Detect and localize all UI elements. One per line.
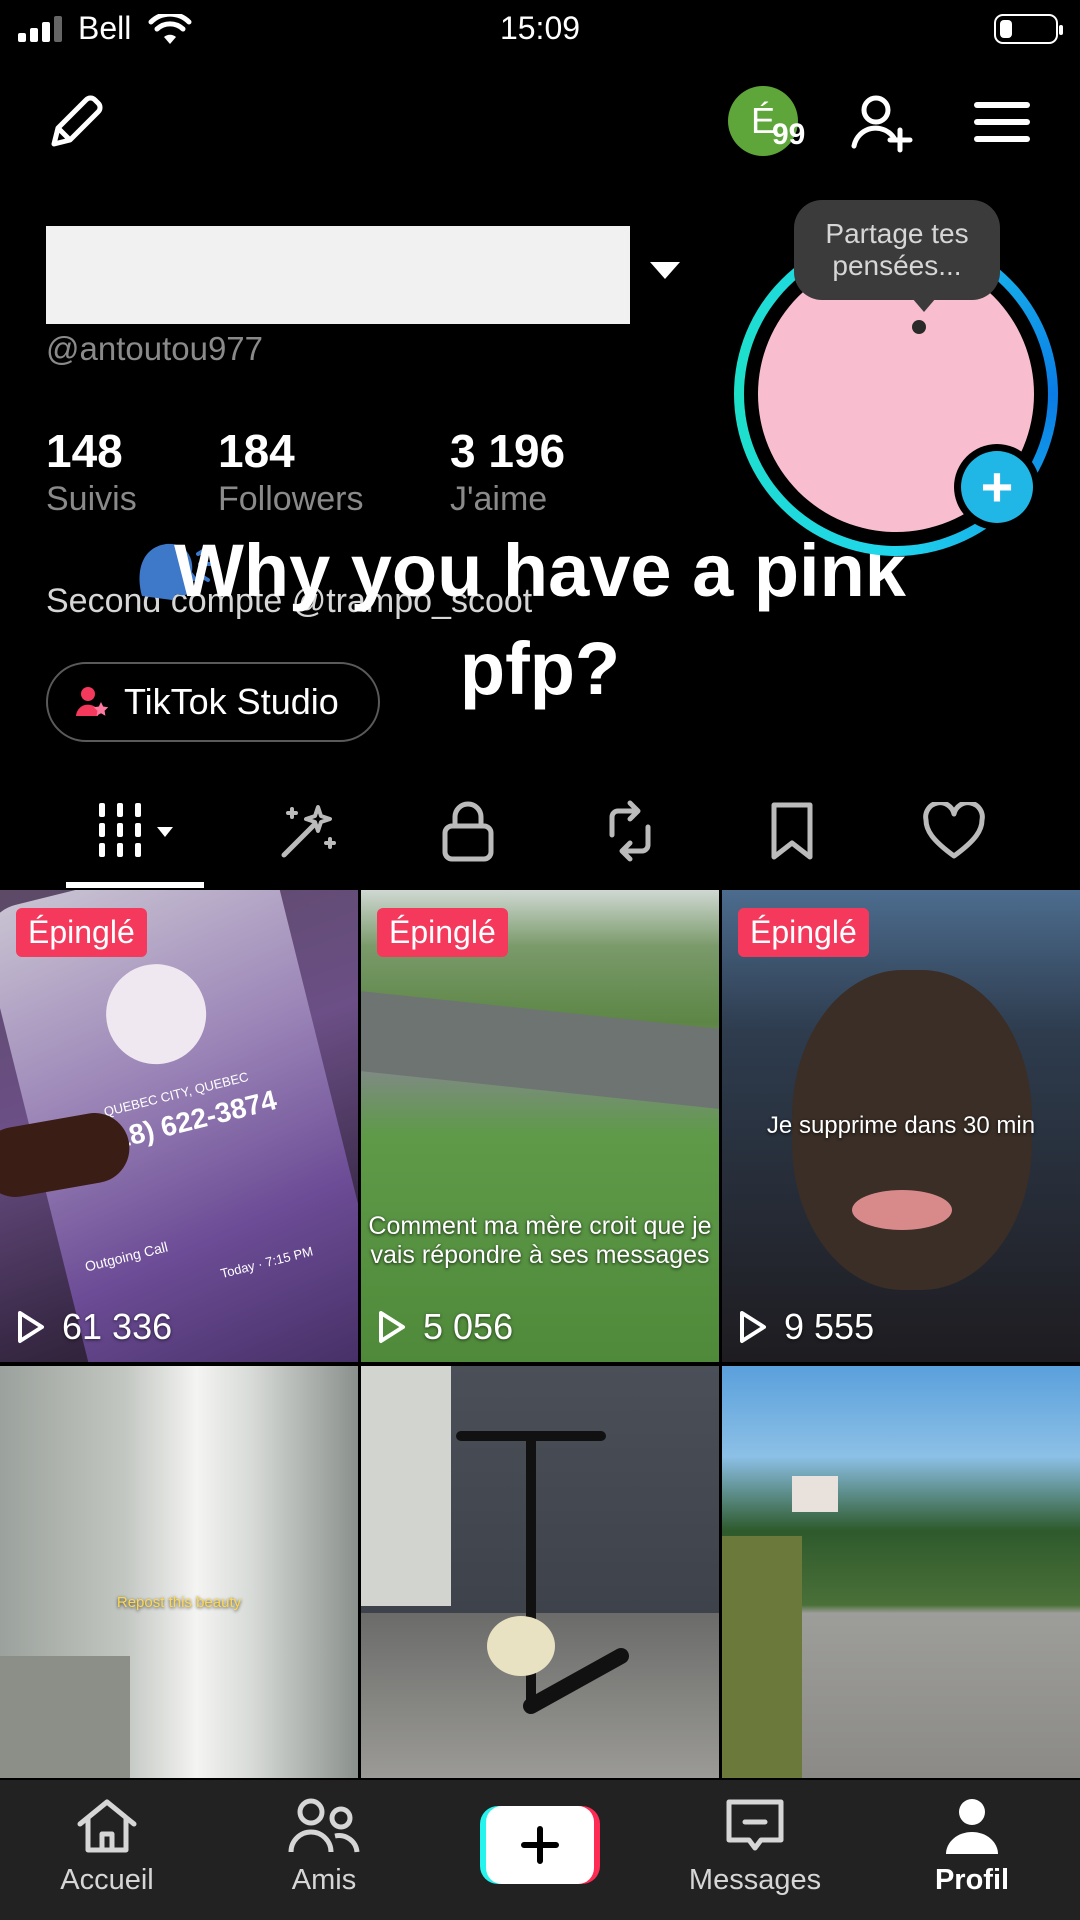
video-tile[interactable]: QUEBEC CITY, QUEBEC (418) 622-3874 Outgo…: [0, 890, 358, 1362]
floor-image: [0, 1656, 130, 1778]
roadside-grass-image: [722, 1536, 802, 1778]
grid-icon: [99, 803, 173, 857]
add-friend-icon[interactable]: [848, 88, 918, 158]
driveway-image: [361, 991, 719, 1109]
overlay-line-2: pfp?: [459, 627, 621, 710]
messages-icon: [726, 1799, 784, 1851]
lips-image: [852, 1190, 952, 1230]
sparkle-icon: [281, 805, 336, 858]
plus-icon: [521, 1826, 559, 1864]
following-count[interactable]: 148: [46, 424, 123, 478]
create-button[interactable]: [480, 1806, 600, 1884]
play-icon: [379, 1311, 405, 1343]
plus-icon: +: [961, 451, 1033, 523]
video-reply-overlay: Why you have a pink pfp?: [120, 522, 960, 718]
tab-favorites[interactable]: [752, 796, 832, 866]
thought-bubble[interactable]: Partage tes pensées...: [794, 200, 1000, 300]
tab-liked[interactable]: [914, 796, 994, 866]
username: @antoutou977: [46, 330, 264, 367]
tab-effects[interactable]: [266, 796, 346, 866]
pinned-badge: Épinglé: [16, 908, 147, 957]
clock: 15:09: [499, 10, 581, 46]
followers-count[interactable]: 184: [218, 424, 295, 478]
following-label[interactable]: Suivis: [46, 480, 137, 519]
tab-private[interactable]: [428, 796, 508, 866]
status-bar: Bell 15:09: [0, 0, 1080, 56]
notification-count: 99: [772, 118, 806, 151]
view-count: 5 056: [377, 1306, 513, 1348]
nav-home[interactable]: Accueil: [22, 1796, 192, 1897]
video-tile[interactable]: Je supprime dans 30 min Épinglé 9 555: [722, 890, 1080, 1362]
friends-icon: [288, 1798, 360, 1853]
repost-icon: [609, 800, 651, 862]
play-icon: [18, 1311, 44, 1343]
followers-label[interactable]: Followers: [218, 480, 363, 519]
likes-count[interactable]: 3 196: [450, 424, 565, 478]
thought-bubble-dot: [912, 320, 926, 334]
contact-avatar: [95, 953, 217, 1075]
pinned-badge: Épinglé: [377, 908, 508, 957]
video-tile[interactable]: Comment ma mère croit que je vais répond…: [361, 890, 719, 1362]
video-caption: Repost this beauty: [116, 1594, 242, 1611]
pinned-badge: Épinglé: [738, 908, 869, 957]
display-name-redacted: [46, 226, 630, 324]
phone-call-type: Outgoing Call: [83, 1238, 170, 1275]
lock-icon: [442, 801, 494, 862]
bookmark-icon: [771, 802, 813, 860]
active-tab-indicator: [66, 882, 204, 888]
view-count: 9 555: [738, 1306, 874, 1348]
tab-videos[interactable]: [92, 796, 188, 866]
add-story-button[interactable]: +: [954, 444, 1040, 530]
scooter-image: [456, 1431, 629, 1714]
wall-image: [361, 1366, 451, 1606]
profile-icon: [946, 1799, 998, 1854]
studio-icon: [76, 687, 109, 716]
edit-pencil-icon[interactable]: [44, 90, 108, 154]
nav-profile[interactable]: Profil: [887, 1796, 1057, 1897]
video-tile[interactable]: Repost this beauty: [0, 1366, 358, 1778]
thought-bubble-tail: [912, 298, 936, 312]
phone-call-time: Today · 7:15 PM: [219, 1243, 315, 1281]
tab-reposts[interactable]: [590, 796, 670, 866]
video-caption: Je supprime dans 30 min: [766, 1112, 1036, 1139]
video-tile[interactable]: [722, 1366, 1080, 1778]
home-icon: [77, 1799, 137, 1853]
play-icon: [740, 1311, 766, 1343]
nav-friends[interactable]: Amis: [239, 1796, 409, 1897]
house-image: [792, 1476, 838, 1512]
battery-icon: [994, 14, 1063, 44]
menu-icon[interactable]: [972, 92, 1032, 152]
video-tile[interactable]: [361, 1366, 719, 1778]
likes-label[interactable]: J'aime: [450, 480, 547, 519]
account-switch-caret-icon[interactable]: [650, 262, 680, 279]
nav-messages[interactable]: Messages: [670, 1796, 840, 1897]
view-count: 61 336: [16, 1306, 172, 1348]
video-caption: Comment ma mère croit que je vais répond…: [368, 1212, 712, 1269]
heart-icon: [923, 802, 985, 859]
